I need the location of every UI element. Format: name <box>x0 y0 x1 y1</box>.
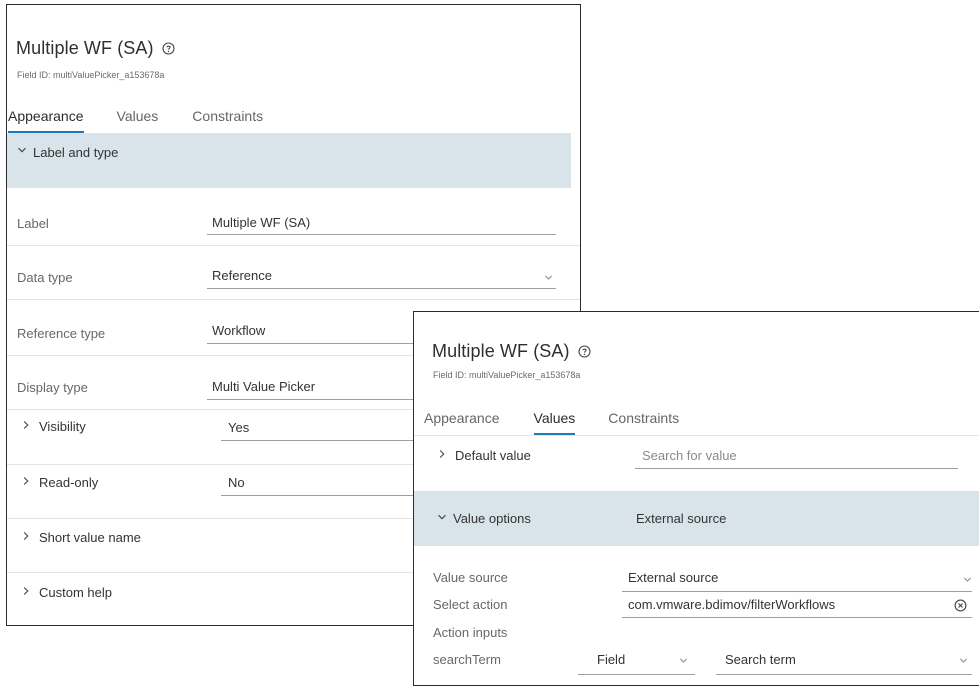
section-visibility[interactable]: Visibility <box>21 419 86 434</box>
divider <box>7 299 580 300</box>
panel-title-row: Multiple WF (SA) <box>16 39 176 57</box>
section-label: Default value <box>455 448 531 463</box>
section-value-options[interactable]: Value options External source <box>414 491 979 546</box>
search-term-type-select[interactable]: Field <box>597 652 625 667</box>
right-panel: Multiple WF (SA) Field ID: multiValuePic… <box>413 311 979 686</box>
tabs: Appearance Values Constraints <box>424 410 679 435</box>
section-short-value-name[interactable]: Short value name <box>21 530 141 545</box>
tabs: Appearance Values Constraints <box>8 108 263 133</box>
section-label-and-type[interactable]: Label and type <box>7 133 571 188</box>
field-id: Field ID: multiValuePicker_a153678a <box>433 370 581 380</box>
value-options-summary: External source <box>636 511 727 526</box>
chevron-down-icon[interactable] <box>962 574 972 584</box>
read-only-value[interactable]: No <box>228 475 245 490</box>
section-label: Visibility <box>39 419 86 434</box>
chevron-down-icon <box>437 512 447 525</box>
chevron-right-icon <box>21 586 33 599</box>
panel-title: Multiple WF (SA) <box>432 341 570 361</box>
data-type-label: Data type <box>17 270 73 285</box>
tab-values[interactable]: Values <box>117 108 159 133</box>
label-field-input[interactable]: Multiple WF (SA) <box>212 215 310 230</box>
help-circle-icon[interactable] <box>162 41 176 55</box>
divider <box>7 245 580 246</box>
label-field-label: Label <box>17 216 49 231</box>
data-type-underline <box>207 288 556 289</box>
divider <box>414 435 979 436</box>
value-source-underline <box>622 591 972 592</box>
search-term-type-underline <box>578 674 695 675</box>
clear-circle-icon[interactable] <box>954 599 967 612</box>
chevron-right-icon <box>21 420 33 433</box>
panel-title: Multiple WF (SA) <box>16 38 154 58</box>
tab-values[interactable]: Values <box>533 410 576 435</box>
label-field-underline <box>207 234 556 235</box>
field-id: Field ID: multiValuePicker_a153678a <box>17 70 165 80</box>
help-circle-icon[interactable] <box>578 344 592 358</box>
default-value-search-input[interactable]: Search for value <box>642 448 737 463</box>
section-label: Read-only <box>39 475 99 490</box>
tab-appearance[interactable]: Appearance <box>8 108 84 133</box>
tab-constraints[interactable]: Constraints <box>608 410 679 435</box>
search-term-label: searchTerm <box>433 652 501 667</box>
tab-constraints[interactable]: Constraints <box>192 108 263 133</box>
chevron-down-icon <box>17 145 27 158</box>
select-action-label: Select action <box>433 597 508 612</box>
default-value-underline <box>635 468 958 469</box>
section-read-only[interactable]: Read-only <box>21 475 98 490</box>
value-source-label: Value source <box>433 570 508 585</box>
chevron-right-icon <box>437 449 449 462</box>
panel-title-row: Multiple WF (SA) <box>432 342 592 360</box>
section-default-value[interactable]: Default value <box>437 448 531 463</box>
section-custom-help[interactable]: Custom help <box>21 585 112 600</box>
search-term-input[interactable]: Search term <box>725 652 796 667</box>
chevron-right-icon <box>21 531 33 544</box>
section-label: Label and type <box>33 145 119 160</box>
select-action-input[interactable]: com.vmware.bdimov/filterWorkflows <box>628 597 835 612</box>
section-label: Value options <box>453 511 531 526</box>
data-type-select[interactable]: Reference <box>212 268 272 283</box>
tab-appearance[interactable]: Appearance <box>424 410 500 435</box>
chevron-down-icon[interactable] <box>958 655 968 665</box>
value-source-select[interactable]: External source <box>628 570 718 585</box>
search-term-underline <box>716 674 972 675</box>
display-type-select[interactable]: Multi Value Picker <box>212 379 315 394</box>
chevron-down-icon[interactable] <box>543 272 553 282</box>
select-action-underline <box>622 617 972 618</box>
reference-type-select[interactable]: Workflow <box>212 323 265 338</box>
action-inputs-label: Action inputs <box>433 625 508 640</box>
section-label: Short value name <box>39 530 141 545</box>
chevron-down-icon[interactable] <box>678 655 688 665</box>
chevron-right-icon <box>21 476 33 489</box>
reference-type-label: Reference type <box>17 326 106 341</box>
display-type-label: Display type <box>17 380 88 395</box>
section-label: Custom help <box>39 585 112 600</box>
visibility-value[interactable]: Yes <box>228 420 249 435</box>
